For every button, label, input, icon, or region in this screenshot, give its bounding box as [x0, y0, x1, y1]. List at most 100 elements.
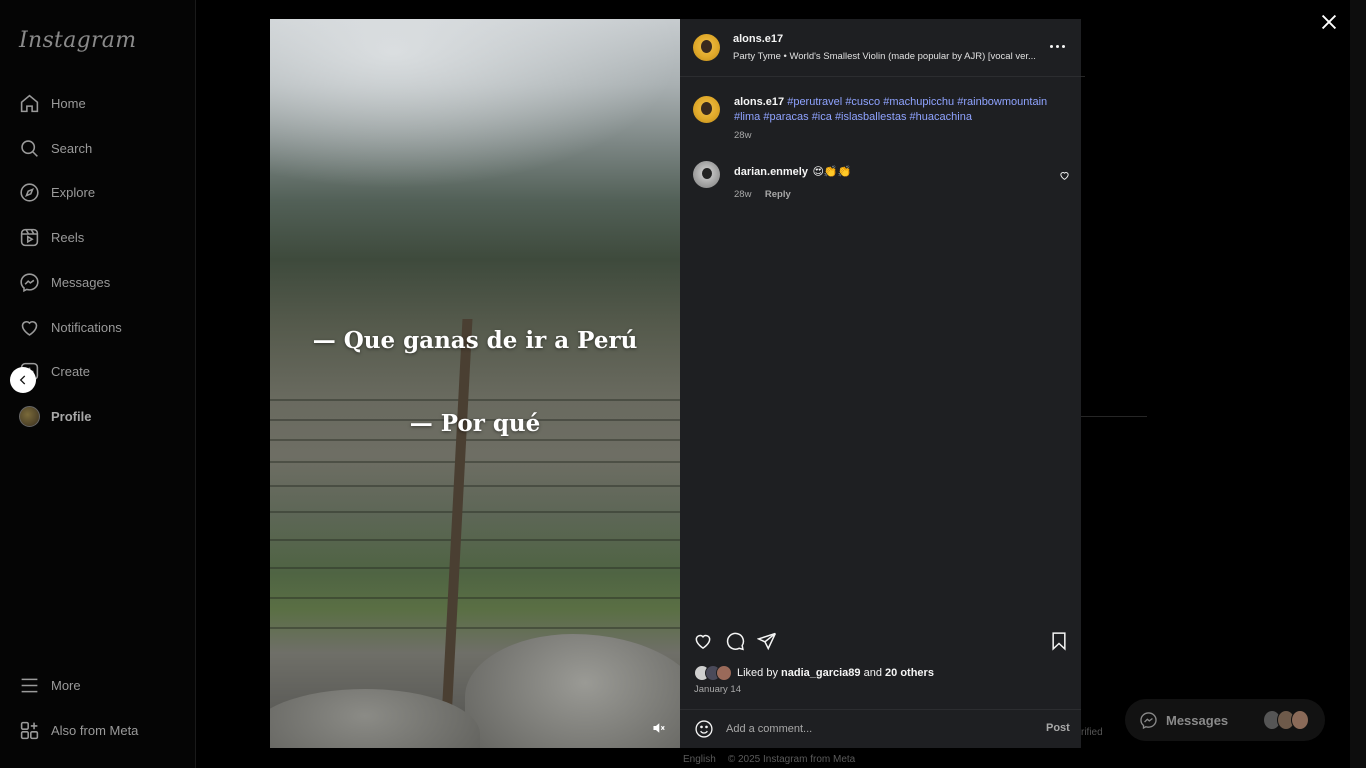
- comment-time[interactable]: 28w: [734, 189, 751, 200]
- likes-prefix: Liked by: [737, 667, 778, 679]
- comment-button[interactable]: [725, 631, 747, 653]
- hashtag[interactable]: #islasballestas: [835, 111, 907, 123]
- comment-input[interactable]: [726, 720, 1026, 738]
- sidebar-item-profile[interactable]: Profile: [18, 402, 91, 430]
- reels-icon: [18, 226, 40, 248]
- sidebar-item-label: Home: [51, 95, 86, 111]
- post-caption: alons.e17 #perutravel #cusco #machupicch…: [734, 95, 1064, 143]
- post-comment-button[interactable]: Post: [1046, 722, 1070, 734]
- sidebar-item-notifications[interactable]: Notifications: [18, 313, 122, 341]
- menu-icon: [18, 674, 40, 696]
- background-text: rified: [1081, 727, 1103, 738]
- sidebar-item-home[interactable]: Home: [18, 89, 86, 117]
- sidebar-item-label: Profile: [51, 408, 92, 424]
- hashtag[interactable]: #rainbowmountain: [957, 96, 1047, 108]
- likes-others[interactable]: 20 others: [885, 667, 934, 679]
- sidebar-item-label: Messages: [51, 274, 111, 290]
- sidebar-item-label: Reels: [51, 229, 85, 245]
- sidebar-item-label: Explore: [51, 184, 96, 200]
- comment-icon: [726, 632, 745, 651]
- avatar: [1291, 710, 1309, 730]
- emoji-button[interactable]: [694, 719, 714, 739]
- tree-trunk: [441, 319, 473, 719]
- home-icon: [18, 92, 40, 114]
- messages-label: Messages: [1166, 712, 1229, 728]
- footer: English © 2025 Instagram from Meta: [683, 754, 855, 765]
- sidebar-item-label: Search: [51, 140, 93, 156]
- likes-summary: Liked by nadia_garcia89 and 20 others: [694, 664, 934, 682]
- share-button[interactable]: [756, 631, 779, 653]
- avatar: [716, 665, 732, 681]
- caption-time[interactable]: 28w: [734, 130, 751, 141]
- heart-icon: [18, 316, 40, 338]
- liker-username[interactable]: nadia_garcia89: [781, 667, 861, 679]
- heart-icon: [1060, 172, 1069, 180]
- like-comment-button[interactable]: [1059, 168, 1070, 180]
- post-author[interactable]: alons.e17: [733, 33, 783, 45]
- bookmark-icon: [1052, 632, 1066, 651]
- hashtag[interactable]: #ica: [812, 111, 832, 123]
- copyright: © 2025 Instagram from Meta: [727, 754, 856, 765]
- sidebar-item-reels[interactable]: Reels: [18, 223, 84, 251]
- liker-avatars: [694, 665, 732, 681]
- mute-button[interactable]: [652, 721, 668, 737]
- avatar[interactable]: [693, 96, 720, 123]
- video-caption-line-2: — Por qué: [409, 410, 541, 437]
- smiley-icon: [695, 720, 713, 738]
- sidebar-item-label: Notifications: [51, 319, 122, 335]
- sidebar-item-search[interactable]: Search: [18, 134, 92, 162]
- hashtag[interactable]: #machupicchu: [883, 96, 954, 108]
- like-button[interactable]: [693, 631, 715, 653]
- rock: [465, 634, 680, 748]
- messenger-icon: [1140, 711, 1157, 729]
- scrollbar[interactable]: [1350, 0, 1366, 768]
- avatar[interactable]: [693, 161, 720, 188]
- grid-icon: [18, 719, 40, 741]
- chevron-left-icon: [19, 375, 26, 385]
- divider: [1081, 416, 1147, 417]
- post-details-panel: alons.e17 Party Tyme • World's Smallest …: [680, 19, 1081, 748]
- close-button[interactable]: [1318, 11, 1340, 33]
- comment-composer: Post: [680, 709, 1081, 748]
- post-date[interactable]: January 14: [694, 684, 741, 695]
- comment-text: 😍👏👏: [812, 166, 852, 178]
- post-header: alons.e17 Party Tyme • World's Smallest …: [680, 19, 1081, 77]
- sidebar-item-label: Create: [51, 363, 91, 379]
- instagram-logo[interactable]: Instagram: [19, 28, 136, 53]
- hashtag[interactable]: #perutravel: [787, 96, 842, 108]
- message-avatars: [1263, 710, 1309, 730]
- sidebar-item-explore[interactable]: Explore: [18, 178, 95, 206]
- comment-author[interactable]: darian.enmely: [734, 166, 808, 178]
- reply-button[interactable]: Reply: [765, 189, 791, 200]
- sidebar-item-label: Also from Meta: [51, 722, 139, 738]
- hashtag[interactable]: #paracas: [763, 111, 808, 123]
- sidebar-item-more[interactable]: More: [18, 671, 81, 699]
- more-options-button[interactable]: [1050, 41, 1066, 51]
- sidebar-item-label: More: [51, 677, 81, 693]
- messenger-icon: [18, 271, 40, 293]
- comment: darian.enmely 😍👏👏 28w Reply: [734, 162, 851, 202]
- post-video[interactable]: — Que ganas de ir a Perú — Por qué: [270, 19, 680, 748]
- avatar: [18, 405, 40, 427]
- compass-icon: [18, 181, 40, 203]
- heart-icon: [695, 634, 711, 649]
- messages-button[interactable]: Messages: [1125, 699, 1325, 741]
- caption-author[interactable]: alons.e17: [734, 96, 784, 108]
- video-caption-line-1: — Que ganas de ir a Perú: [312, 327, 638, 354]
- sidebar-item-meta[interactable]: Also from Meta: [18, 716, 138, 744]
- hashtag[interactable]: #cusco: [845, 96, 880, 108]
- divider: [1081, 76, 1085, 77]
- hashtag[interactable]: #huacachina: [910, 111, 972, 123]
- search-icon: [18, 137, 40, 159]
- likes-connector: and: [863, 667, 882, 679]
- previous-post-button[interactable]: [10, 367, 36, 393]
- hashtag[interactable]: #lima: [734, 111, 760, 123]
- language-selector[interactable]: English: [683, 754, 716, 765]
- close-icon: [1321, 14, 1337, 30]
- avatar[interactable]: [693, 34, 720, 61]
- save-button[interactable]: [1049, 631, 1071, 653]
- muted-speaker-icon: [653, 723, 665, 733]
- send-icon: [756, 632, 777, 651]
- sidebar-item-messages[interactable]: Messages: [18, 268, 110, 296]
- audio-track[interactable]: Party Tyme • World's Smallest Violin (ma…: [733, 51, 1043, 62]
